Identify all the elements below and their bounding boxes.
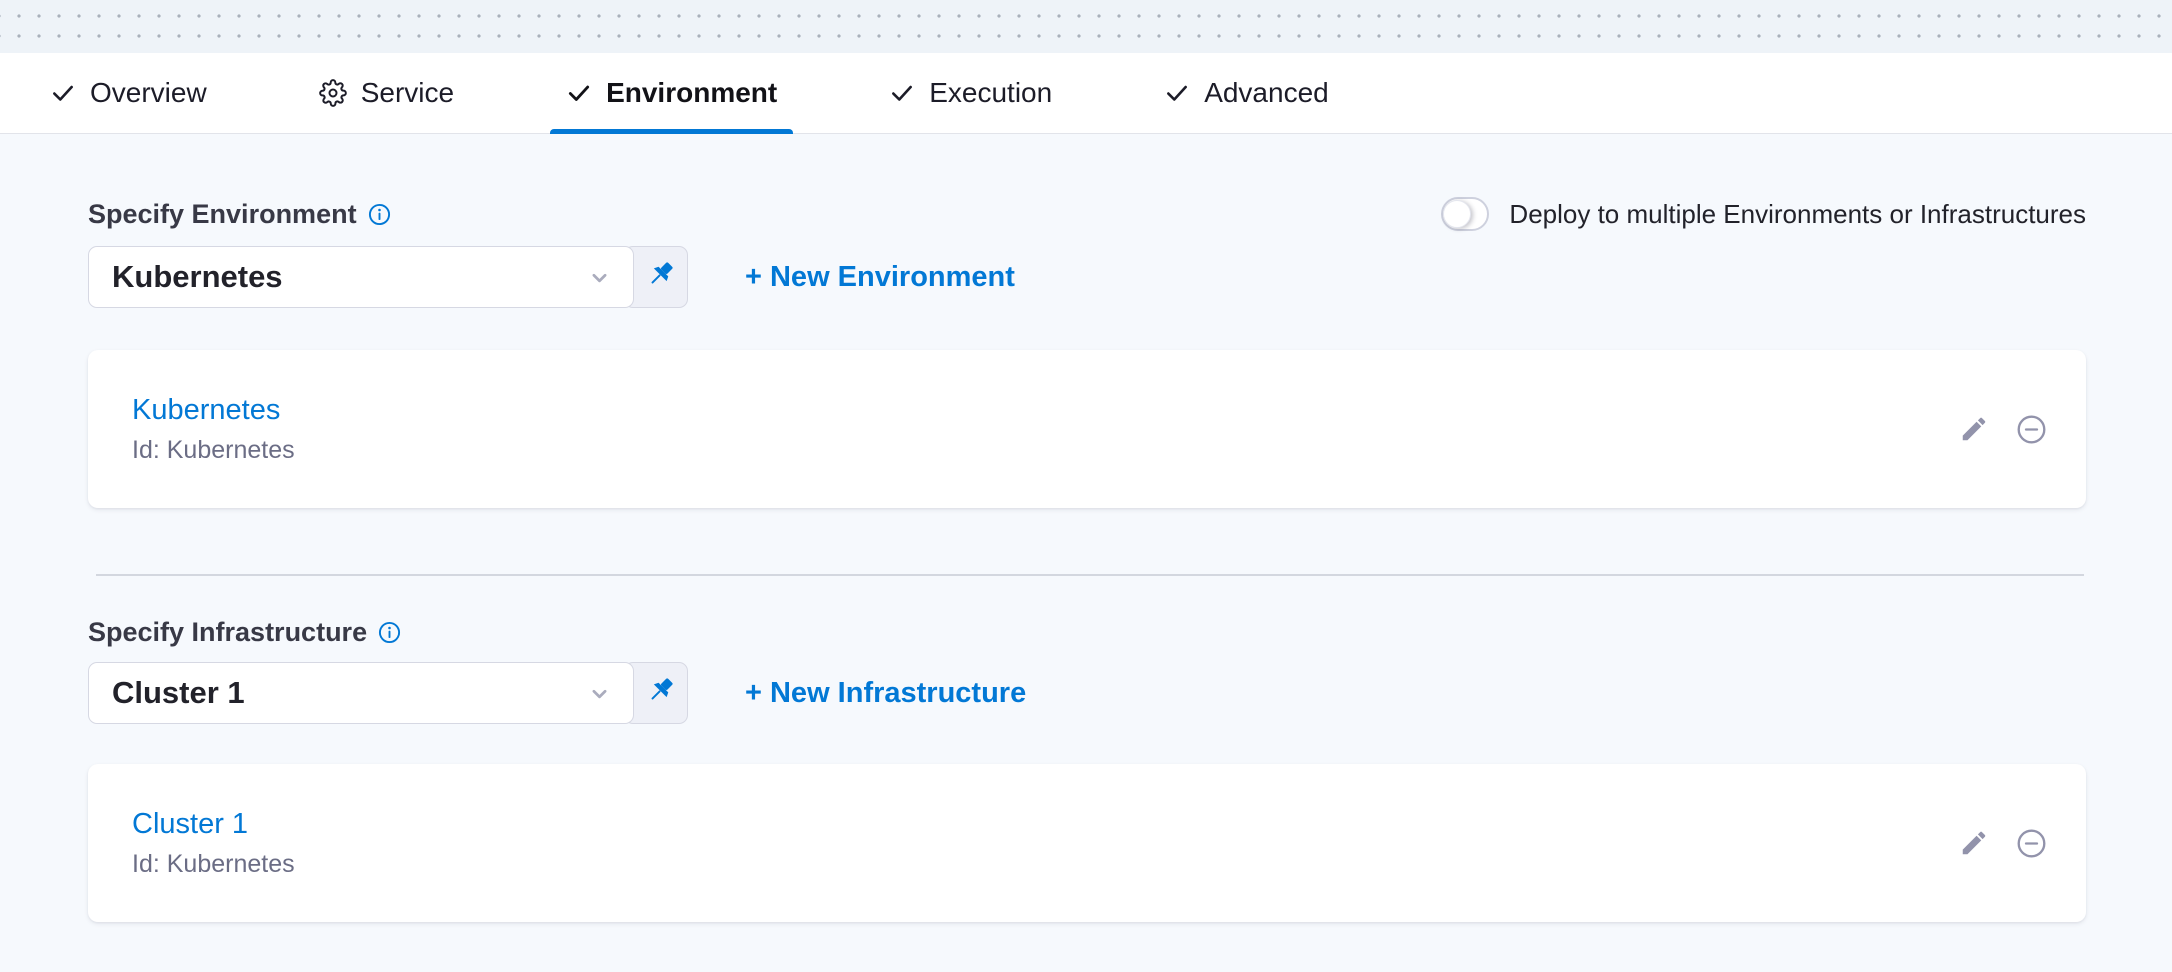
tab-execution[interactable]: Execution xyxy=(889,53,1052,134)
tab-label: Overview xyxy=(90,77,207,109)
multi-env-toggle-label: Deploy to multiple Environments or Infra… xyxy=(1509,199,2086,230)
specify-environment-label: Specify Environment xyxy=(88,199,391,230)
info-icon[interactable] xyxy=(368,203,391,226)
tab-label: Execution xyxy=(929,77,1052,109)
infrastructure-card-actions xyxy=(1959,827,2048,860)
check-icon xyxy=(1164,80,1190,106)
environment-card-title-link[interactable]: Kubernetes xyxy=(132,394,295,427)
check-icon xyxy=(889,80,915,106)
infrastructure-card-title-link[interactable]: Cluster 1 xyxy=(132,808,295,841)
infrastructure-card-texts: Cluster 1 Id: Kubernetes xyxy=(132,808,295,879)
environment-tab-content: Specify Environment Deploy to multiple E… xyxy=(0,134,2172,922)
specify-infrastructure-label: Specify Infrastructure xyxy=(88,617,401,648)
tab-label: Environment xyxy=(606,77,777,109)
multi-env-toggle[interactable] xyxy=(1441,197,1489,231)
infrastructure-select-group: Cluster 1 xyxy=(88,662,688,724)
tab-service[interactable]: Service xyxy=(319,53,454,134)
canvas-dot-grid xyxy=(0,0,2172,53)
infrastructure-card: Cluster 1 Id: Kubernetes xyxy=(88,764,2086,922)
toggle-knob xyxy=(1443,200,1471,228)
chevron-down-icon[interactable] xyxy=(586,680,613,707)
new-infrastructure-link[interactable]: + New Infrastructure xyxy=(745,677,1026,710)
infrastructure-select-value: Cluster 1 xyxy=(112,675,245,711)
pipeline-stage-config-panel: Overview Service Environment Execution A… xyxy=(0,0,2172,972)
environment-select-group: Kubernetes xyxy=(88,246,688,308)
environment-card-id: Id: Kubernetes xyxy=(132,436,295,465)
environment-select-value: Kubernetes xyxy=(112,259,283,295)
tab-label: Service xyxy=(361,77,454,109)
infrastructure-select[interactable]: Cluster 1 xyxy=(88,662,634,724)
minus-circle-icon[interactable] xyxy=(2015,827,2048,860)
tab-advanced[interactable]: Advanced xyxy=(1164,53,1329,134)
new-environment-link[interactable]: + New Environment xyxy=(745,261,1015,294)
section-divider xyxy=(96,574,2084,576)
pin-icon xyxy=(645,675,676,711)
tab-overview[interactable]: Overview xyxy=(50,53,207,134)
infrastructure-card-id: Id: Kubernetes xyxy=(132,850,295,879)
environment-card: Kubernetes Id: Kubernetes xyxy=(88,350,2086,508)
pin-icon xyxy=(645,259,676,295)
gear-icon xyxy=(319,79,347,107)
minus-circle-icon[interactable] xyxy=(2015,413,2048,446)
pencil-icon[interactable] xyxy=(1959,414,1989,444)
specify-environment-text: Specify Environment xyxy=(88,199,357,230)
info-icon[interactable] xyxy=(378,621,401,644)
stage-tabs: Overview Service Environment Execution A… xyxy=(0,53,2172,134)
multi-env-toggle-group: Deploy to multiple Environments or Infra… xyxy=(1441,197,2086,231)
check-icon xyxy=(566,80,592,106)
environment-card-texts: Kubernetes Id: Kubernetes xyxy=(132,394,295,465)
chevron-down-icon[interactable] xyxy=(586,264,613,291)
specify-infrastructure-text: Specify Infrastructure xyxy=(88,617,367,648)
pencil-icon[interactable] xyxy=(1959,828,1989,858)
environment-card-actions xyxy=(1959,413,2048,446)
tab-environment[interactable]: Environment xyxy=(566,53,777,134)
tab-label: Advanced xyxy=(1204,77,1329,109)
environment-select[interactable]: Kubernetes xyxy=(88,246,634,308)
check-icon xyxy=(50,80,76,106)
